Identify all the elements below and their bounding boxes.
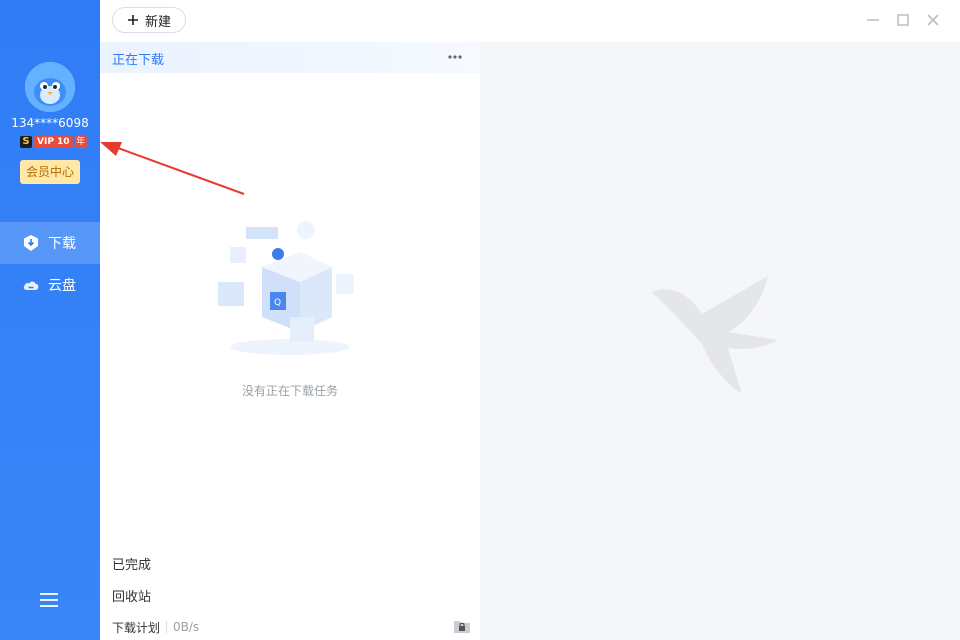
empty-state-message: 没有正在下载任务 [241,384,338,398]
download-plan-row: 下载计划 0B/s [112,619,199,635]
vip-s-badge: S [20,136,32,148]
new-task-button[interactable]: 新建 [112,7,186,33]
vip-badge[interactable]: S VIP 10 年 [20,135,87,149]
private-space-lock-icon[interactable] [452,616,472,636]
detail-panel [480,42,960,640]
hamburger-menu-icon[interactable] [38,590,60,610]
cloud-icon [23,281,39,290]
vip-year-badge: 年 [74,136,87,148]
nav-item-cloud[interactable]: 云盘 [0,264,100,306]
svg-text:Q: Q [274,298,281,308]
nav-label-cloud: 云盘 [48,278,76,294]
more-options-icon[interactable] [446,50,464,64]
tab-downloading[interactable]: 正在下载 [100,42,480,73]
close-icon[interactable] [925,12,941,28]
empty-state-illustration: Q [218,221,354,355]
bird-logo-watermark-icon [652,276,778,392]
download-shield-icon [24,235,38,251]
sidebar: 134****6098 S VIP 10 年 会员中心 下载 云盘 [0,0,100,640]
download-speed: 0B/s [173,620,200,634]
maximize-icon[interactable] [895,12,911,28]
nav-item-download[interactable]: 下载 [0,222,100,264]
new-task-label: 新建 [144,14,171,30]
divider [166,621,168,633]
download-list-panel: 正在下载 Q 没有正在下载任务 已完成 回收站 下载计划 0B/s [100,42,480,640]
tab-downloading-label: 正在下载 [112,53,165,68]
download-plan-link[interactable]: 下载计划 [112,619,160,636]
recycle-bin-link[interactable]: 回收站 [112,586,151,605]
member-center-button[interactable]: 会员中心 [20,160,80,184]
completed-link[interactable]: 已完成 [112,554,151,573]
vip-level-badge: VIP 10 [34,136,73,148]
nav-label-download: 下载 [48,236,76,252]
user-avatar[interactable] [25,62,75,112]
minimize-icon[interactable] [865,12,881,28]
bird-avatar-icon [25,62,75,112]
user-phone: 134****6098 [11,116,89,130]
top-toolbar: 新建 [100,0,960,43]
plus-icon [127,15,138,25]
